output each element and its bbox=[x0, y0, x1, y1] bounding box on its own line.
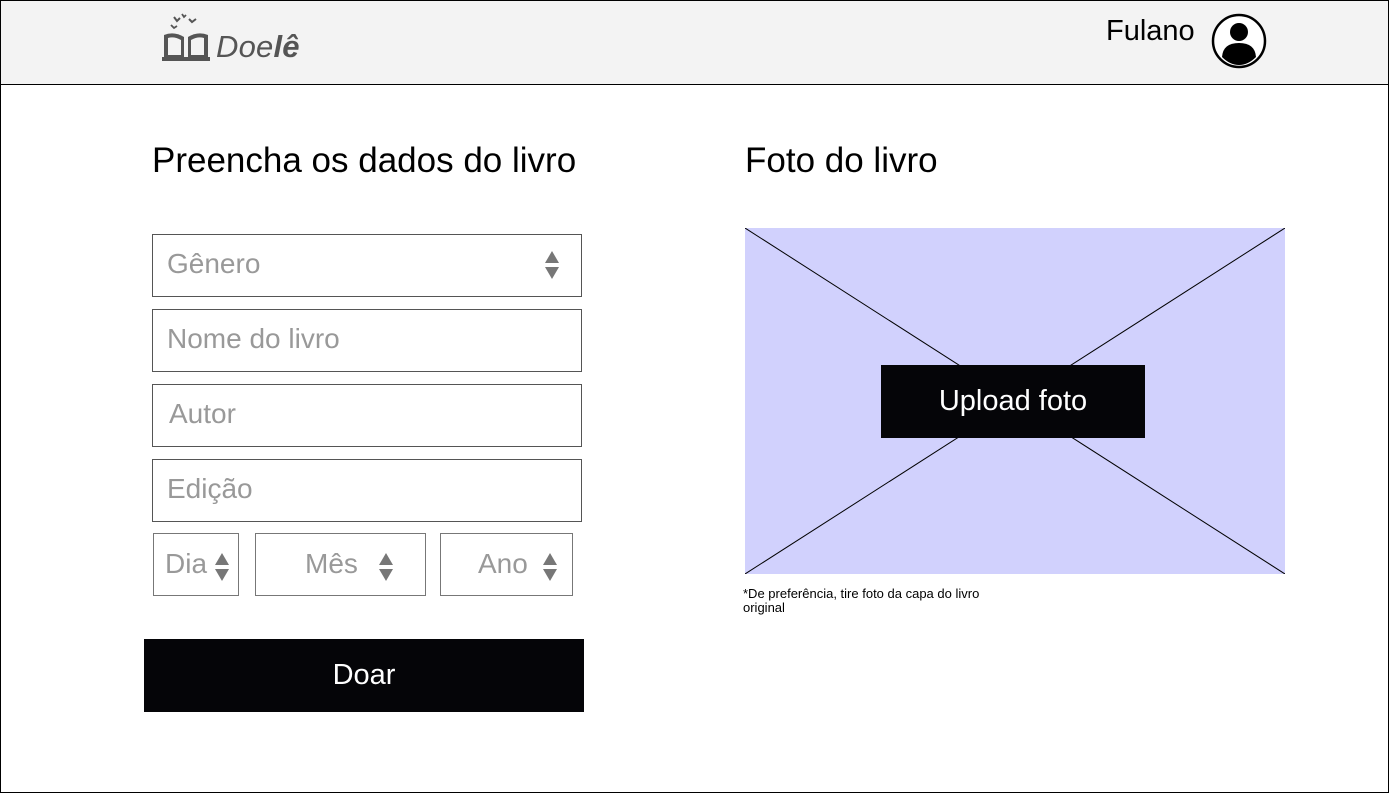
logo-text-bold: lê bbox=[273, 29, 300, 64]
edition-placeholder: Edição bbox=[167, 473, 253, 504]
donate-button[interactable]: Doar bbox=[144, 639, 584, 712]
logo-wordmark: Doelê bbox=[216, 29, 300, 65]
brand-logo[interactable]: Doelê bbox=[162, 13, 312, 65]
day-select[interactable]: Dia bbox=[153, 533, 239, 596]
book-birds-logo-icon bbox=[162, 13, 210, 61]
month-select[interactable]: Mês bbox=[255, 533, 426, 596]
select-arrows-icon bbox=[215, 553, 229, 581]
select-arrows-icon bbox=[379, 553, 393, 581]
author-placeholder: Autor bbox=[169, 398, 236, 429]
logo-text-light: Doe bbox=[216, 29, 274, 64]
genre-select[interactable]: Gênero bbox=[152, 234, 582, 297]
select-arrows-icon bbox=[543, 553, 557, 581]
photo-title: Foto do livro bbox=[745, 141, 938, 180]
upload-photo-button[interactable]: Upload foto bbox=[881, 365, 1145, 438]
book-name-field[interactable]: Nome do livro bbox=[152, 309, 582, 372]
top-header: Doelê Fulano bbox=[0, 0, 1389, 85]
genre-placeholder: Gênero bbox=[167, 248, 261, 279]
user-avatar-icon[interactable] bbox=[1211, 13, 1267, 69]
photo-hint: *De preferência, tire foto da capa do li… bbox=[743, 586, 980, 615]
user-name[interactable]: Fulano bbox=[1106, 15, 1195, 48]
year-select[interactable]: Ano bbox=[440, 533, 573, 596]
author-field[interactable]: Autor bbox=[152, 384, 582, 447]
year-placeholder: Ano bbox=[478, 548, 528, 579]
month-placeholder: Mês bbox=[305, 548, 358, 579]
day-placeholder: Dia bbox=[165, 548, 208, 579]
book-name-placeholder: Nome do livro bbox=[167, 323, 340, 354]
edition-field[interactable]: Edição bbox=[152, 459, 582, 522]
form-title: Preencha os dados do livro bbox=[152, 141, 577, 180]
select-arrows-icon bbox=[545, 251, 559, 279]
